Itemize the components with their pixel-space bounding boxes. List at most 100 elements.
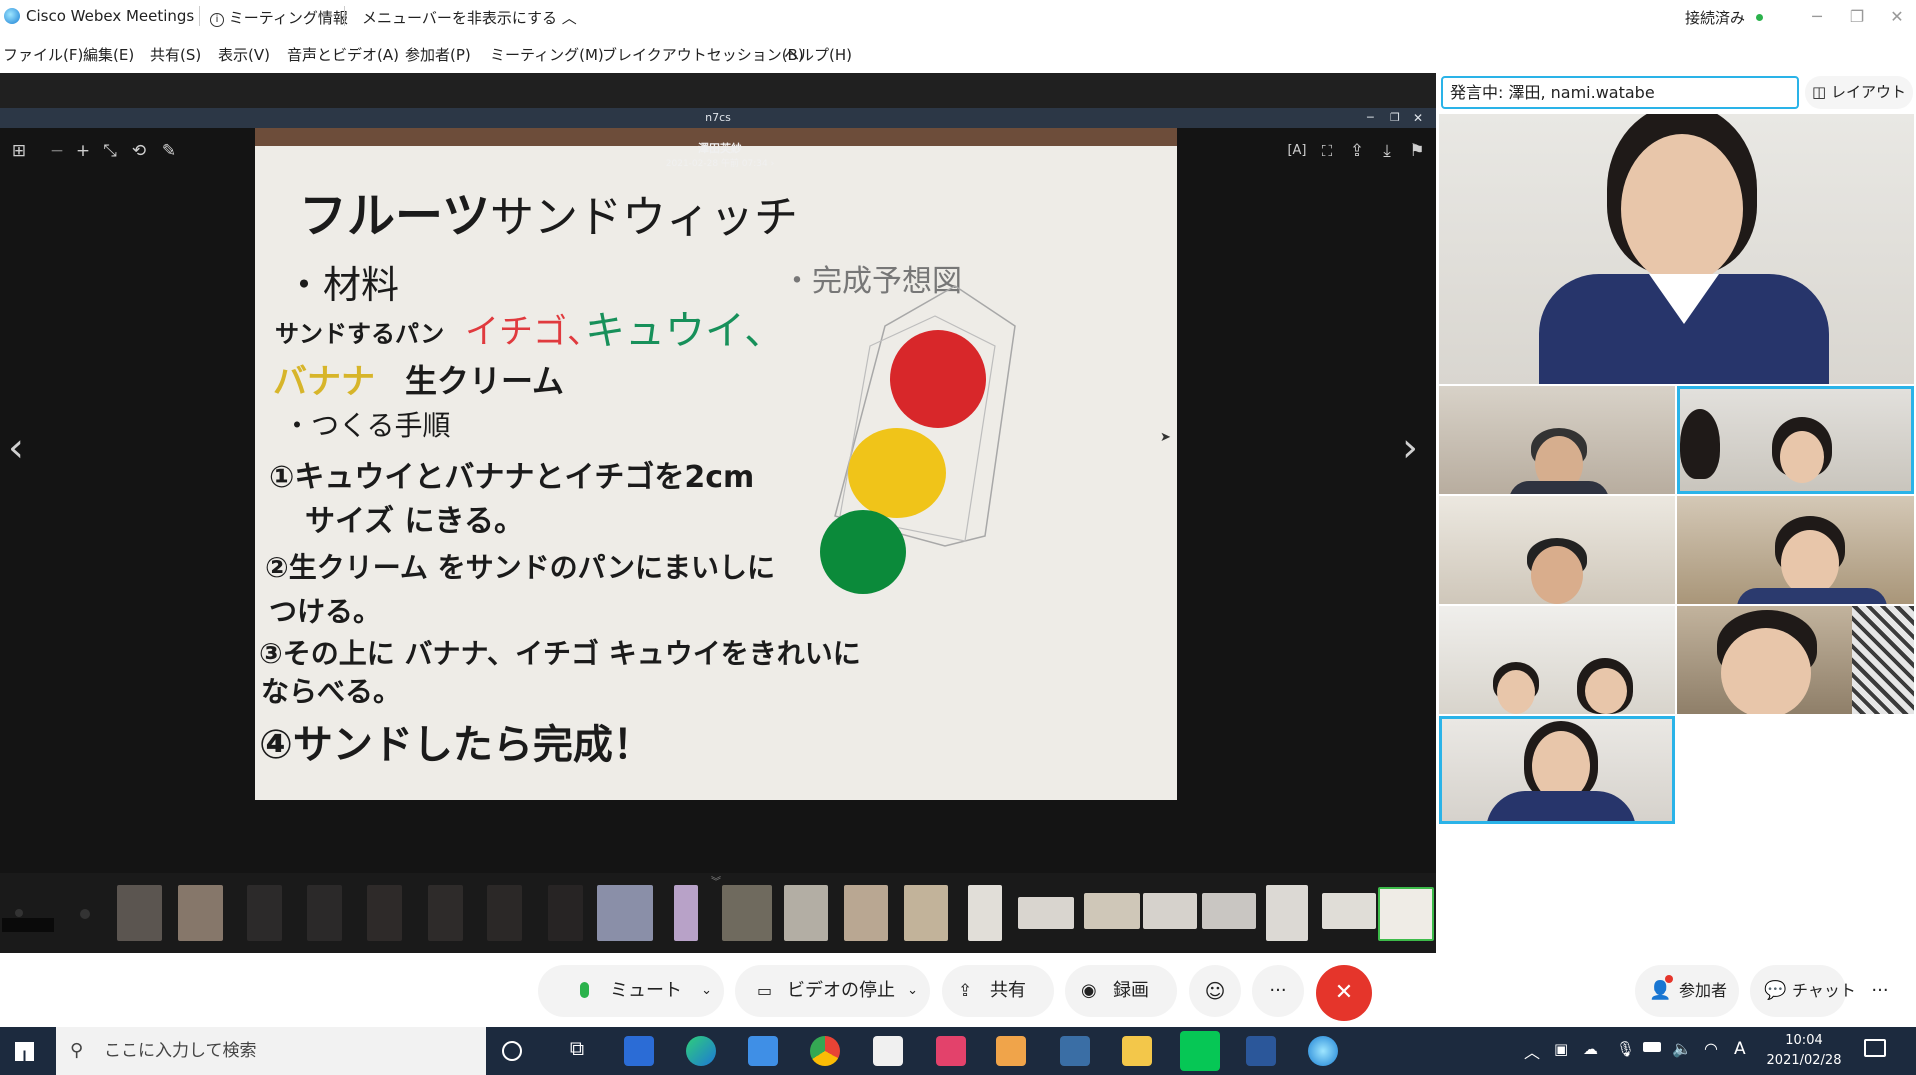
- end-meeting-button[interactable]: ✕: [1316, 965, 1372, 1021]
- menu-help[interactable]: ヘルプ(H): [784, 44, 852, 65]
- participant-video-active[interactable]: [1677, 386, 1914, 494]
- cortana-icon[interactable]: [502, 1041, 522, 1061]
- word-app-icon[interactable]: [1246, 1036, 1276, 1066]
- zoom-out-icon[interactable]: −: [46, 141, 68, 161]
- thumbnail[interactable]: [904, 885, 948, 941]
- menu-edit[interactable]: 編集(E): [83, 44, 134, 65]
- menu-view[interactable]: 表示(V): [218, 44, 270, 65]
- share-button[interactable]: ⇪ 共有: [942, 965, 1054, 1017]
- thumbnail[interactable]: [117, 885, 162, 941]
- windows-start-icon[interactable]: [15, 1042, 34, 1061]
- participant-video[interactable]: [1677, 606, 1914, 714]
- restore-window-icon[interactable]: ❐: [1840, 4, 1874, 30]
- layout-button[interactable]: ◫ レイアウト: [1805, 76, 1913, 109]
- thumbnail[interactable]: [597, 885, 653, 941]
- filmstrip-collapse-icon[interactable]: ︾: [711, 873, 721, 888]
- tray-battery-icon[interactable]: [1643, 1042, 1661, 1052]
- participant-video[interactable]: [1439, 606, 1675, 714]
- thumbnail[interactable]: [1084, 893, 1140, 929]
- share-export-icon[interactable]: ⇪: [1346, 141, 1368, 161]
- mail-app-icon[interactable]: [624, 1036, 654, 1066]
- rotate-icon[interactable]: ⟲: [128, 141, 150, 161]
- tray-network-off-icon[interactable]: ☁: [1583, 1040, 1598, 1058]
- thumbnail[interactable]: [722, 885, 772, 941]
- viewer-close-icon[interactable]: ✕: [1413, 108, 1423, 128]
- edge-browser-icon[interactable]: [686, 1036, 716, 1066]
- fit-screen-icon[interactable]: ⤡: [99, 141, 121, 161]
- chat-button[interactable]: 💬 チャット: [1750, 965, 1856, 1017]
- tray-mic-icon[interactable]: 🎙: [1616, 1040, 1635, 1058]
- panel-more-button[interactable]: ···: [1856, 965, 1904, 1017]
- thumbnail[interactable]: [1266, 885, 1308, 941]
- thumbnail[interactable]: [428, 885, 463, 941]
- chrome-browser-icon[interactable]: [810, 1036, 840, 1066]
- thumbnail[interactable]: [674, 885, 698, 941]
- thumbnail[interactable]: [307, 885, 342, 941]
- viewer-restore-icon[interactable]: ❐: [1390, 108, 1400, 128]
- stop-video-button[interactable]: ▭ ビデオの停止 ⌄: [735, 965, 930, 1017]
- line-app-icon[interactable]: [1180, 1031, 1220, 1071]
- tray-meet-icon[interactable]: ▣: [1554, 1040, 1568, 1058]
- office-app-icon[interactable]: [936, 1036, 966, 1066]
- close-window-icon[interactable]: ✕: [1880, 4, 1914, 30]
- media-app-icon[interactable]: [996, 1036, 1026, 1066]
- outlook-mail-icon[interactable]: [748, 1036, 778, 1066]
- menu-meeting[interactable]: ミーティング(M): [490, 44, 604, 65]
- menu-breakout[interactable]: ブレイクアウトセッション(B): [602, 44, 804, 65]
- hide-menubar-button[interactable]: メニューバーを非表示にする ︿: [362, 7, 577, 28]
- meeting-info-button[interactable]: i ミーティング情報: [210, 7, 348, 28]
- thumbnail[interactable]: [1322, 893, 1376, 929]
- prev-photo-arrow-icon[interactable]: ‹: [8, 428, 24, 468]
- task-view-icon[interactable]: ⧉: [562, 1036, 592, 1066]
- grid-view-icon[interactable]: ⊞: [8, 141, 30, 161]
- menu-audio-video[interactable]: 音声とビデオ(A): [287, 44, 399, 65]
- thumbnail-selected[interactable]: [1378, 887, 1434, 941]
- participants-button[interactable]: 👤 参加者: [1635, 965, 1739, 1017]
- tray-volume-icon[interactable]: 🔈: [1672, 1039, 1692, 1058]
- thumbnail[interactable]: [367, 885, 402, 941]
- thumbnail[interactable]: [1143, 893, 1197, 929]
- scan-icon[interactable]: ⛶: [1316, 141, 1338, 161]
- mute-button[interactable]: ミュート ⌄: [538, 965, 724, 1017]
- thumbnail[interactable]: [1018, 897, 1074, 929]
- thumbnail[interactable]: [548, 885, 583, 941]
- chevron-down-icon[interactable]: ⌄: [701, 965, 712, 1017]
- menu-share[interactable]: 共有(S): [150, 44, 201, 65]
- menu-participants[interactable]: 参加者(P): [405, 44, 471, 65]
- viewer-minimize-icon[interactable]: ─: [1367, 108, 1374, 128]
- webex-app-icon[interactable]: [1308, 1036, 1338, 1066]
- tray-wifi-icon[interactable]: ◠: [1704, 1039, 1718, 1058]
- bookmark-icon[interactable]: ⚑: [1406, 141, 1428, 161]
- thumbnail[interactable]: [80, 909, 90, 919]
- taskbar-search[interactable]: ⚲ ここに入力して検索: [56, 1027, 486, 1075]
- calculator-icon[interactable]: [1060, 1036, 1090, 1066]
- download-icon[interactable]: ⤓: [1376, 141, 1398, 161]
- zoom-in-icon[interactable]: +: [72, 141, 94, 161]
- tray-chevron-up-icon[interactable]: ︿: [1524, 1039, 1540, 1063]
- next-photo-arrow-icon[interactable]: ›: [1402, 428, 1418, 468]
- minimize-window-icon[interactable]: ─: [1800, 4, 1834, 30]
- thumbnail[interactable]: [178, 885, 223, 941]
- action-center-icon[interactable]: [1864, 1039, 1886, 1057]
- thumbnail[interactable]: [15, 909, 23, 917]
- file-explorer-icon[interactable]: [1122, 1036, 1152, 1066]
- self-view-video[interactable]: [1439, 716, 1675, 824]
- thumbnail[interactable]: [247, 885, 282, 941]
- thumbnail[interactable]: [487, 885, 522, 941]
- edit-wand-icon[interactable]: ✎: [158, 141, 180, 161]
- menu-file[interactable]: ファイル(F): [3, 44, 83, 65]
- thumbnail[interactable]: [784, 885, 828, 941]
- thumbnail[interactable]: [844, 885, 888, 941]
- active-speaker-video[interactable]: [1439, 114, 1914, 384]
- thumbnail[interactable]: [968, 885, 1002, 941]
- snipping-tool-icon[interactable]: [873, 1036, 903, 1066]
- tray-ime-icon[interactable]: A: [1734, 1039, 1746, 1059]
- participant-video[interactable]: [1439, 496, 1675, 604]
- thumbnail[interactable]: [1202, 893, 1256, 929]
- more-options-button[interactable]: ···: [1252, 965, 1304, 1017]
- taskbar-clock[interactable]: 10:04 2021/02/28: [1764, 1031, 1844, 1071]
- chevron-down-icon[interactable]: ⌄: [907, 965, 918, 1017]
- text-recognize-icon[interactable]: [A]: [1286, 141, 1308, 161]
- participant-video[interactable]: [1677, 496, 1914, 604]
- reactions-button[interactable]: ☺: [1189, 965, 1241, 1017]
